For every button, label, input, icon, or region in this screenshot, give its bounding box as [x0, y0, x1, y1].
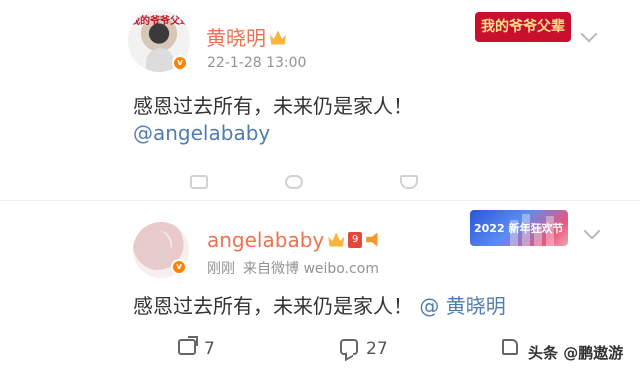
- username-label: angelababy: [207, 228, 325, 252]
- banner-text: 2022 新年狂欢节: [474, 222, 564, 235]
- crown-icon: [328, 232, 345, 247]
- post-timestamp: 22-1-28 13:00: [207, 55, 307, 71]
- post-time: 刚刚: [207, 261, 235, 277]
- share-icon: [190, 175, 208, 189]
- mention-link[interactable]: @ 黄晓明: [419, 294, 505, 318]
- share-button[interactable]: 7: [178, 339, 215, 359]
- username-label: 黄晓明: [206, 26, 266, 50]
- faded-action-row: [0, 171, 640, 193]
- speaker-icon: [366, 232, 378, 247]
- post-body-text: 感恩过去所有，未来仍是家人！: [133, 294, 413, 318]
- crown-icon: [270, 30, 286, 45]
- like-icon: [400, 175, 418, 189]
- post-body: 感恩过去所有，未来仍是家人！ @ 黄晓明: [133, 290, 506, 319]
- post-meta: 刚刚 来自微博 weibo.com: [207, 258, 379, 278]
- avatar-figure: [141, 230, 171, 270]
- mention-link[interactable]: @angelababy: [133, 121, 270, 145]
- comment-count: 27: [366, 339, 388, 359]
- verified-badge-icon: v: [171, 259, 187, 275]
- chevron-down-icon[interactable]: [580, 25, 598, 43]
- share-count: 7: [204, 339, 215, 359]
- share-icon: [178, 339, 196, 355]
- rank-badge-icon: 9: [348, 231, 363, 248]
- comment-icon: [285, 175, 303, 189]
- post-source[interactable]: 来自微博 weibo.com: [243, 261, 379, 277]
- username[interactable]: 黄晓明: [206, 22, 286, 51]
- post-body: 感恩过去所有，未来仍是家人！: [133, 94, 413, 118]
- comment-button[interactable]: 27: [340, 339, 388, 359]
- verified-badge-icon: v: [172, 55, 188, 71]
- avatar-caption: 我的爷爷父辈: [130, 16, 190, 27]
- avatar-figure: [146, 48, 174, 72]
- like-button[interactable]: [502, 339, 526, 359]
- watermark: 头条 @鹏遨游: [528, 344, 624, 362]
- decoration-banner: 我的爷爷父辈: [475, 12, 571, 42]
- username[interactable]: angelababy 9: [207, 228, 382, 252]
- decoration-banner: 2022 新年狂欢节: [470, 210, 568, 246]
- comment-icon: [340, 339, 358, 355]
- post-card-1: 我的爷爷父辈 v 黄晓明 22-1-28 13:00 我的爷爷父辈 感恩过去所有…: [0, 0, 640, 200]
- like-icon: [502, 339, 518, 355]
